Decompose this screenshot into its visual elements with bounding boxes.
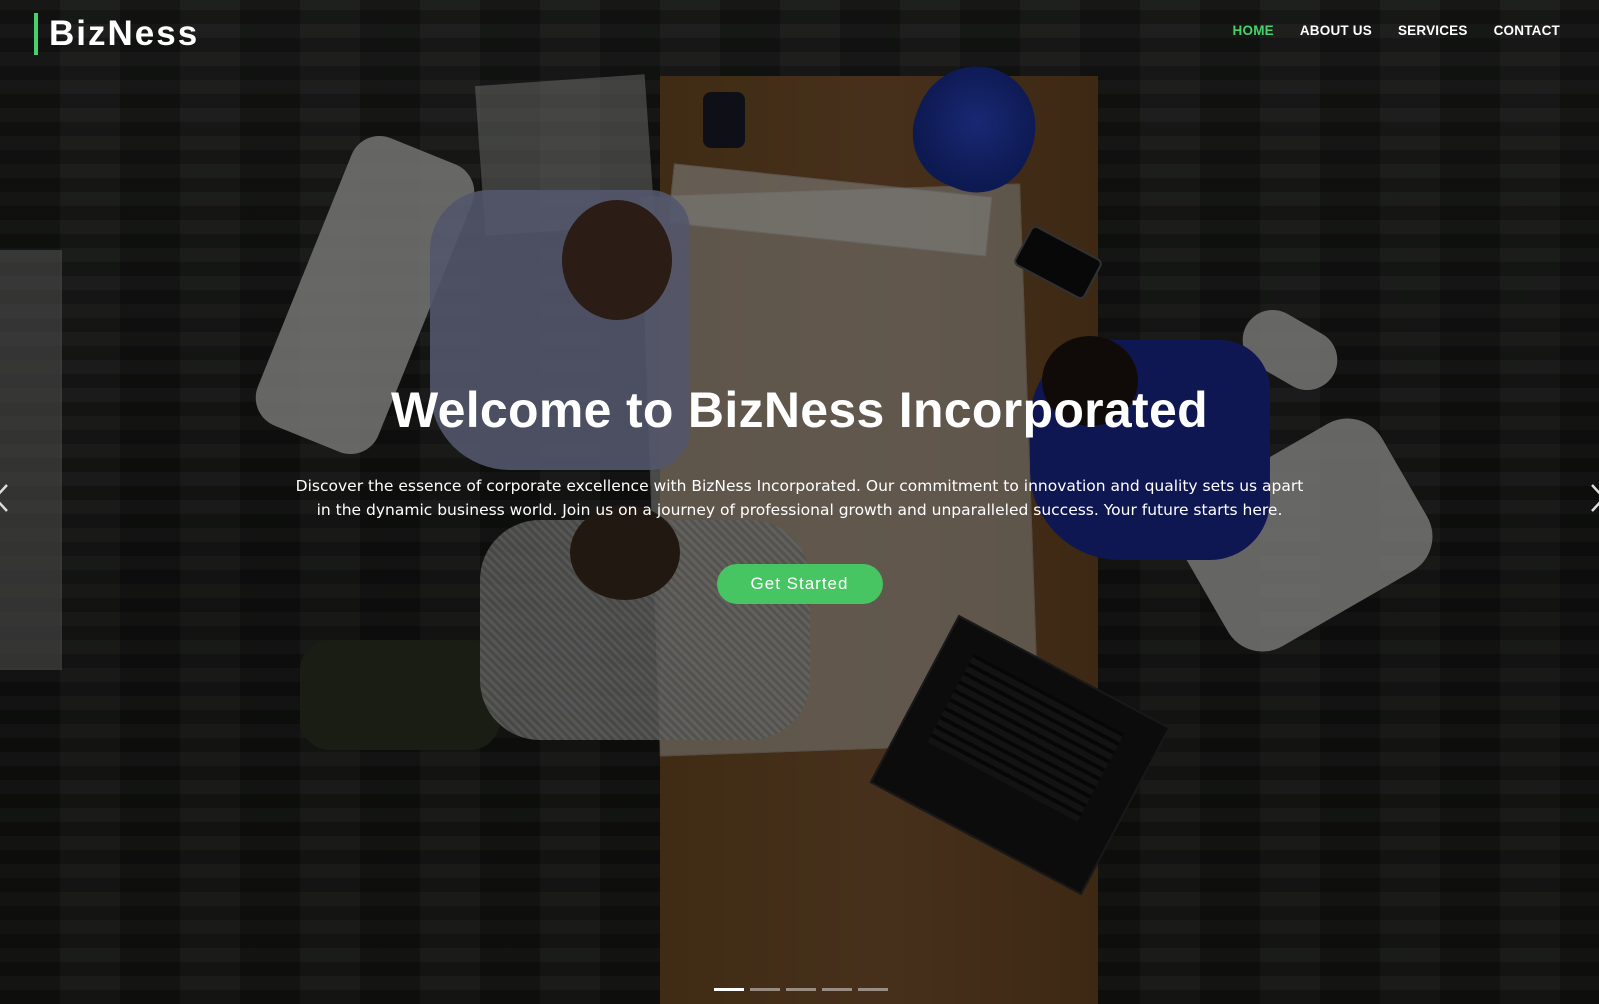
- carousel-dot[interactable]: [858, 988, 888, 991]
- carousel-indicators: [714, 988, 888, 991]
- nav-home[interactable]: HOME: [1233, 22, 1274, 40]
- carousel-dot[interactable]: [750, 988, 780, 991]
- nav-services[interactable]: SERVICES: [1398, 22, 1468, 40]
- carousel-dot[interactable]: [786, 988, 816, 991]
- hero-title: Welcome to BizNess Incorporated: [391, 382, 1208, 438]
- nav-about-us[interactable]: ABOUT US: [1300, 22, 1372, 40]
- get-started-button[interactable]: Get Started: [716, 564, 883, 604]
- hero-content: Welcome to BizNess Incorporated Discover…: [0, 380, 1599, 604]
- hero-section: BizNess HOME ABOUT US SERVICES CONTACT W…: [0, 0, 1599, 1004]
- carousel-dot[interactable]: [714, 988, 744, 991]
- site-logo[interactable]: BizNess: [34, 13, 199, 55]
- hero-description: Discover the essence of corporate excell…: [295, 477, 1304, 519]
- chevron-left-icon[interactable]: [0, 483, 10, 513]
- nav-contact[interactable]: CONTACT: [1494, 22, 1560, 40]
- carousel-dot[interactable]: [822, 988, 852, 991]
- chevron-right-icon[interactable]: [1589, 483, 1599, 513]
- main-nav: HOME ABOUT US SERVICES CONTACT: [1233, 22, 1560, 40]
